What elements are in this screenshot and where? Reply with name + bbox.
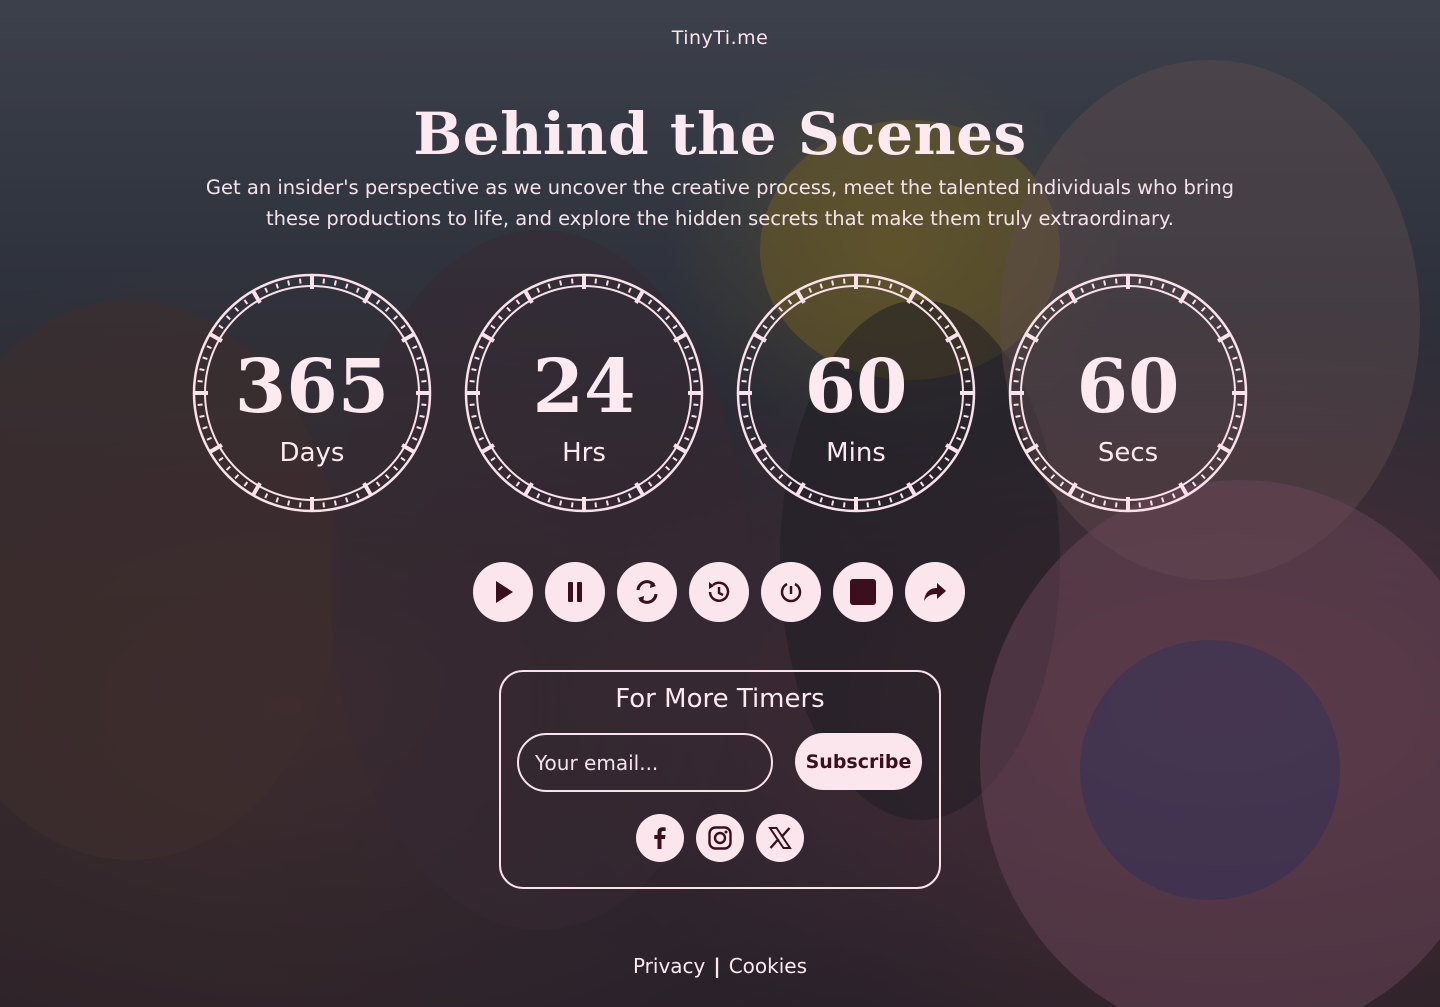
history-button[interactable] (689, 562, 749, 622)
footer: Privacy | Cookies (0, 954, 1440, 978)
timer-unit: Days (279, 438, 345, 468)
stop-icon (850, 579, 876, 605)
timer-minutes: 60 Mins (735, 272, 977, 514)
timer-controls (473, 562, 973, 624)
share-icon (924, 583, 946, 601)
privacy-link[interactable]: Privacy (633, 954, 705, 978)
timer-value: 24 (532, 344, 636, 430)
countdown-timers: 365 Days 24 Hrs 60 Mins 60 Secs (191, 272, 1251, 516)
cookies-link[interactable]: Cookies (729, 954, 807, 978)
x-icon (768, 827, 792, 849)
history-icon (708, 581, 730, 602)
email-field[interactable] (517, 733, 773, 792)
timer-unit: Hrs (562, 438, 606, 468)
timer-seconds: 60 Secs (1007, 272, 1249, 514)
timer-hours: 24 Hrs (463, 272, 705, 514)
instagram-link[interactable] (696, 814, 744, 862)
pause-icon (568, 582, 582, 602)
brand-logo[interactable]: TinyTi.me (0, 27, 1440, 49)
footer-separator: | (713, 954, 721, 978)
reset-button[interactable] (761, 562, 821, 622)
refresh-icon (636, 580, 658, 604)
social-links (636, 814, 806, 864)
facebook-link[interactable] (636, 814, 684, 862)
x-link[interactable] (756, 814, 804, 862)
subscribe-title: For More Timers (615, 684, 825, 714)
refresh-button[interactable] (617, 562, 677, 622)
timer-unit: Mins (826, 438, 886, 468)
instagram-icon (708, 826, 732, 850)
facebook-icon (654, 827, 666, 849)
reset-icon (780, 582, 802, 603)
subscribe-panel: For More Timers Subscribe (499, 670, 941, 889)
timer-days: 365 Days (191, 272, 433, 514)
stop-button[interactable] (833, 562, 893, 622)
play-icon (496, 581, 513, 603)
timer-value: 60 (804, 344, 908, 430)
subscribe-button[interactable]: Subscribe (795, 733, 922, 790)
share-button[interactable] (905, 562, 965, 622)
timer-value: 60 (1076, 344, 1180, 430)
page-title: Behind the Scenes (413, 100, 1027, 168)
timer-value: 365 (234, 344, 390, 430)
play-button[interactable] (473, 562, 533, 622)
pause-button[interactable] (545, 562, 605, 622)
page-subtitle: Get an insider's perspective as we uncov… (205, 176, 1235, 230)
timer-unit: Secs (1097, 438, 1159, 468)
